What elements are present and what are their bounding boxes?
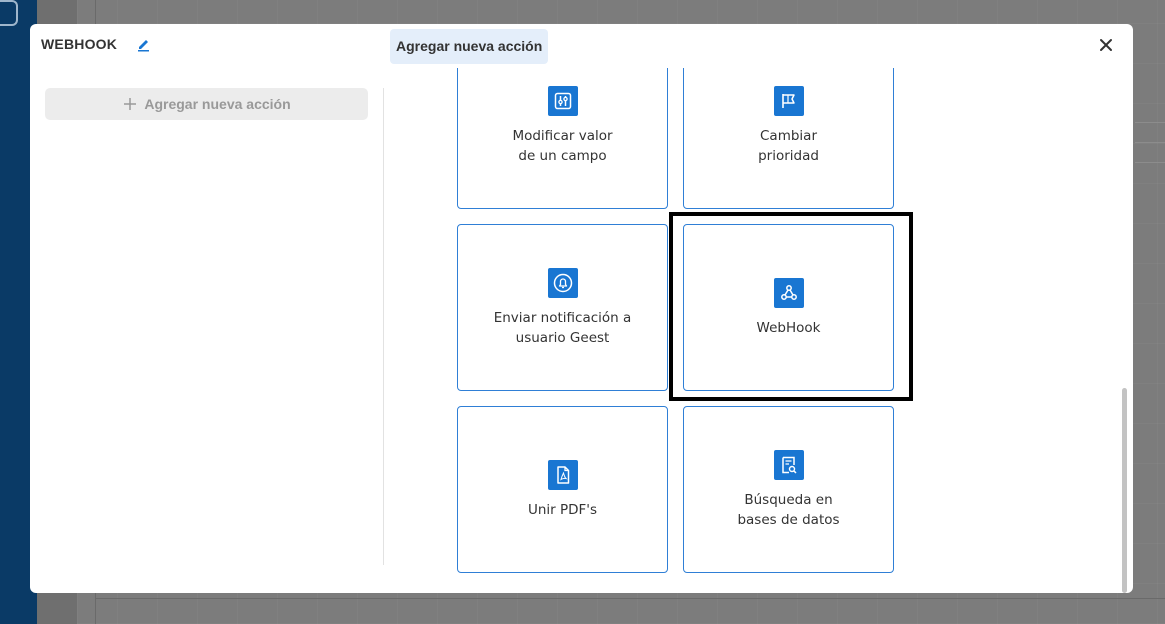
- panel-divider: [383, 88, 384, 565]
- action-card-modify-field[interactable]: Modificar valor de un campo: [457, 68, 668, 209]
- puzzle-icon: [0, 0, 18, 26]
- flag-icon: [773, 85, 804, 116]
- canvas-divider: [1135, 122, 1165, 123]
- action-card-notify-user[interactable]: Enviar notificación a usuario Geest: [457, 224, 668, 391]
- pdf-icon: [547, 459, 578, 490]
- action-card-label: Modificar valor de un campo: [512, 127, 613, 164]
- action-card-database-search[interactable]: Búsqueda en bases de datos: [683, 406, 894, 573]
- action-card-label: Unir PDF's: [527, 501, 598, 518]
- scrollbar-thumb[interactable]: [1122, 388, 1127, 593]
- add-action-modal: WEBHOOK Agregar nueva acción Agregar nue…: [30, 24, 1133, 593]
- add-action-button[interactable]: Agregar nueva acción: [45, 88, 368, 120]
- database-search-icon: [773, 449, 804, 480]
- add-action-label: Agregar nueva acción: [144, 96, 291, 112]
- canvas-divider: [1135, 162, 1165, 163]
- action-card-merge-pdf[interactable]: Unir PDF's: [457, 406, 668, 573]
- close-icon[interactable]: [1097, 36, 1115, 54]
- sliders-icon: [547, 85, 578, 116]
- canvas-divider: [95, 598, 1165, 599]
- action-card-change-priority[interactable]: Cambiar prioridad: [683, 68, 894, 209]
- action-card-label: WebHook: [756, 319, 821, 336]
- action-card-label: Búsqueda en bases de datos: [737, 491, 840, 528]
- action-card-label: Enviar notificación a usuario Geest: [493, 309, 632, 346]
- action-grid: Modificar valor de un campo Cambiar prio…: [386, 68, 1116, 593]
- webhook-icon: [773, 277, 804, 308]
- pencil-icon[interactable]: [136, 36, 152, 52]
- plus-icon: [124, 98, 137, 110]
- bell-icon: [547, 267, 578, 298]
- tab-add-action[interactable]: Agregar nueva acción: [390, 29, 549, 64]
- modal-title: WEBHOOK: [41, 36, 118, 52]
- action-card-webhook[interactable]: WebHook: [683, 224, 894, 391]
- canvas-divider: [1135, 142, 1165, 143]
- action-card-label: Cambiar prioridad: [758, 127, 819, 164]
